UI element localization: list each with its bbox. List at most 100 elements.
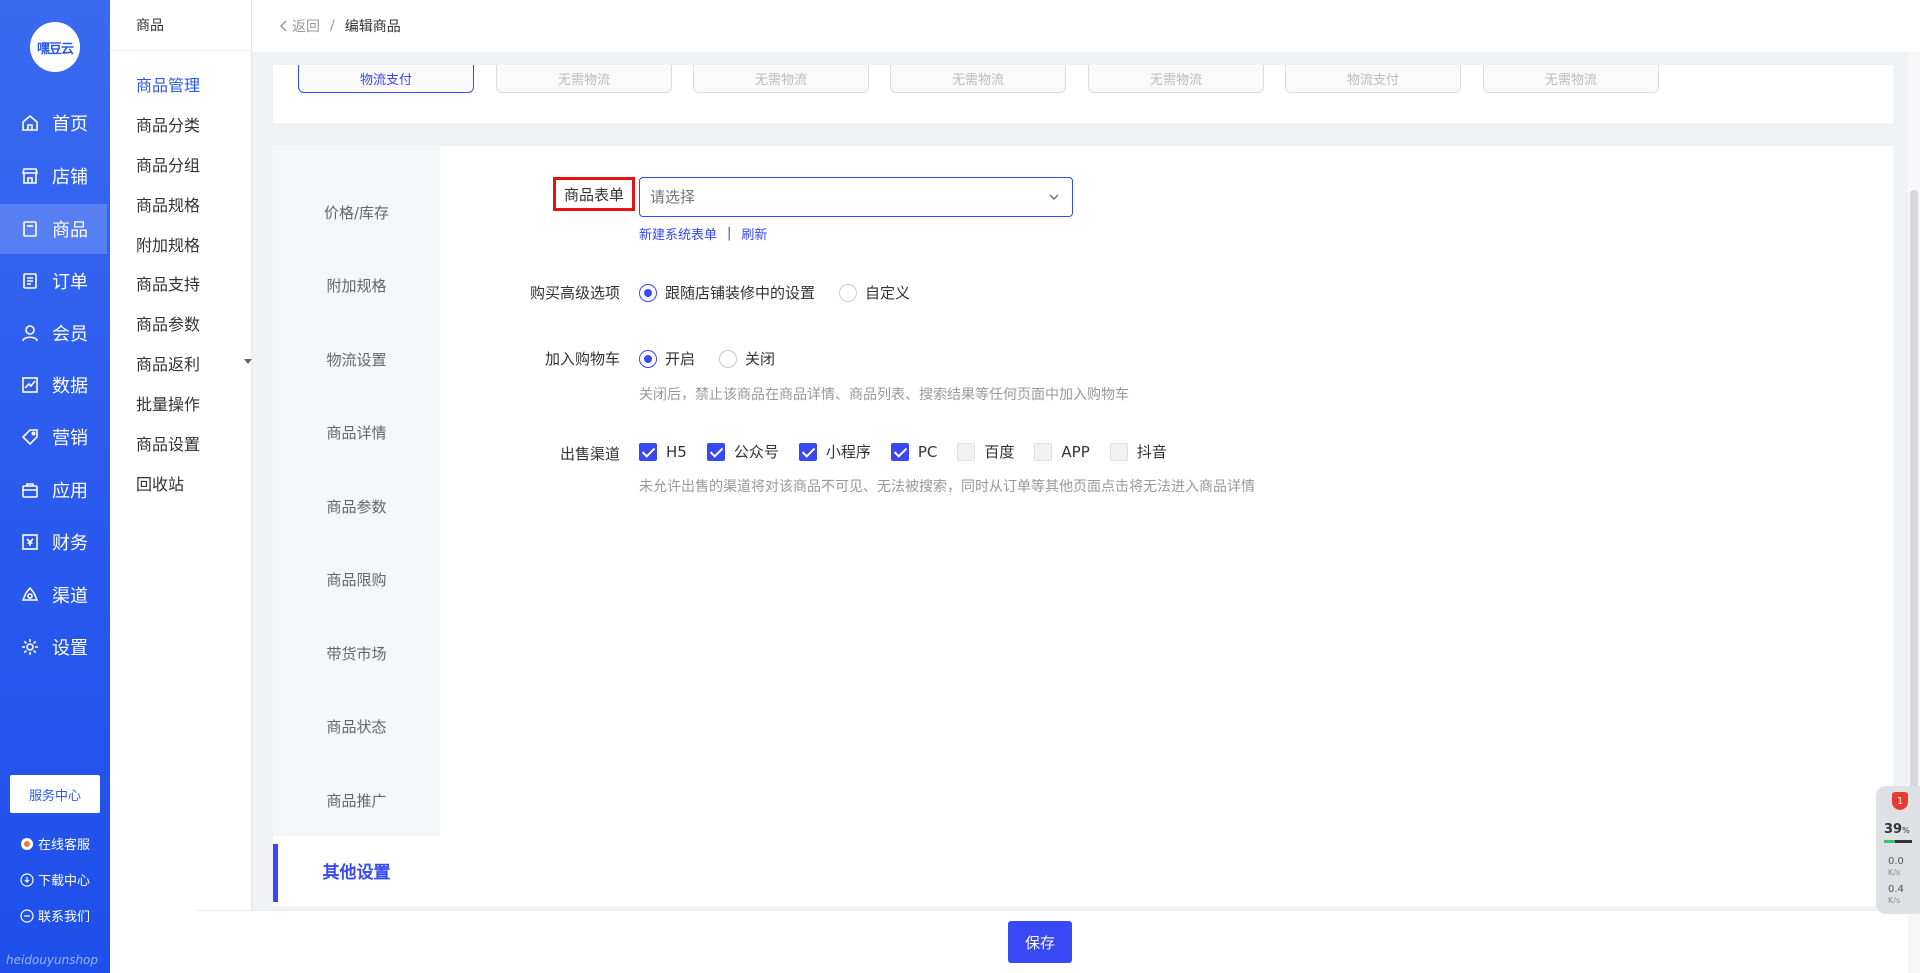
nav-item-settings[interactable]: 设置 bbox=[0, 622, 107, 672]
anchor-logistics[interactable]: 物流设置 bbox=[273, 349, 440, 370]
radio-dot bbox=[639, 349, 657, 368]
nav-item-members[interactable]: 会员 bbox=[0, 308, 107, 358]
logistics-option-card[interactable]: 无需物流 bbox=[496, 65, 672, 93]
checkbox-pc[interactable]: PC bbox=[890, 442, 938, 461]
subnav-item-goods-category[interactable]: 商品分类 bbox=[136, 112, 200, 136]
checkbox-box bbox=[639, 442, 657, 461]
radio-label: 开启 bbox=[665, 350, 696, 368]
nav-item-marketing[interactable]: 营销 bbox=[0, 412, 107, 462]
anchor-goods-params[interactable]: 商品参数 bbox=[273, 496, 440, 517]
anchor-selling-market[interactable]: 带货市场 bbox=[273, 643, 440, 664]
download-icon bbox=[20, 872, 34, 887]
subnav-item-goods-group[interactable]: 商品分组 bbox=[136, 152, 200, 176]
checkbox-box bbox=[957, 442, 976, 461]
advanced-options-radio-group: 跟随店铺装修中的设置 自定义 bbox=[639, 282, 910, 303]
subnav-item-recycle-bin[interactable]: 回收站 bbox=[136, 471, 184, 495]
checkbox-label: PC bbox=[917, 442, 938, 461]
checkbox-douyin[interactable]: 抖音 bbox=[1109, 441, 1167, 462]
logistics-options-strip: 物流支付 无需物流 无需物流 无需物流 无需物流 物流支付 无需物流 bbox=[273, 65, 1893, 123]
anchor-other-settings[interactable]: 其他设置 bbox=[273, 844, 440, 902]
subnav-item-goods-spec[interactable]: 商品规格 bbox=[136, 192, 200, 216]
logistics-option-card[interactable]: 物流支付 bbox=[1285, 65, 1461, 93]
active-anchor-indicator bbox=[273, 844, 278, 902]
anchor-price-stock[interactable]: 价格/库存 bbox=[273, 202, 440, 223]
checkbox-box bbox=[706, 442, 725, 461]
nav-item-orders[interactable]: 订单 bbox=[0, 256, 107, 306]
subnav-title: 商品 bbox=[110, 0, 251, 51]
checkbox-box bbox=[890, 442, 909, 461]
checkbox-box bbox=[1034, 442, 1053, 461]
refresh-link[interactable]: 刷新 bbox=[741, 224, 767, 243]
subnav-item-goods-support[interactable]: 商品支持 bbox=[136, 271, 200, 295]
checkbox-mini-program[interactable]: 小程序 bbox=[798, 441, 871, 462]
nav-item-label: 渠道 bbox=[52, 586, 88, 607]
checkbox-h5[interactable]: H5 bbox=[639, 442, 687, 461]
service-center-button[interactable]: 服务中心 bbox=[10, 775, 100, 813]
radio-cart-off[interactable]: 关闭 bbox=[719, 348, 775, 369]
anchor-goods-detail[interactable]: 商品详情 bbox=[273, 422, 440, 443]
home-icon bbox=[22, 114, 38, 131]
logistics-option-card[interactable]: 无需物流 bbox=[1483, 65, 1659, 93]
goods-form-select[interactable] bbox=[639, 177, 1073, 217]
brand-logo[interactable]: 嘿豆云 bbox=[30, 22, 80, 72]
contact-us-link[interactable]: 联系我们 bbox=[20, 906, 90, 925]
nav-item-label: 财务 bbox=[52, 533, 88, 554]
nav-item-label: 订单 bbox=[52, 272, 88, 293]
network-monitor-widget[interactable]: 1 39% 0.0 K/s 0.4 K/s bbox=[1876, 786, 1920, 914]
anchor-goods-promotion[interactable]: 商品推广 bbox=[273, 790, 440, 811]
link-separator: | bbox=[727, 226, 732, 241]
edit-goods-form: 价格/库存 附加规格 物流设置 商品详情 商品参数 商品限购 带货市场 商品状态… bbox=[273, 146, 1893, 906]
checkbox-baidu[interactable]: 百度 bbox=[957, 441, 1014, 462]
nav-item-label: 首页 bbox=[52, 114, 88, 135]
radio-custom[interactable]: 自定义 bbox=[839, 282, 910, 303]
anchor-addon-spec[interactable]: 附加规格 bbox=[273, 275, 440, 296]
advanced-options-label: 购买高级选项 bbox=[529, 284, 620, 302]
nav-item-label: 数据 bbox=[52, 376, 88, 397]
checkbox-label: H5 bbox=[666, 442, 687, 461]
nav-item-channels[interactable]: 渠道 bbox=[0, 570, 107, 620]
chevron-down-icon bbox=[1049, 194, 1059, 200]
nav-item-finance[interactable]: 财务 bbox=[0, 517, 107, 567]
subnav-item-addon-spec[interactable]: 附加规格 bbox=[136, 232, 200, 256]
checkbox-label: 公众号 bbox=[733, 443, 779, 461]
logistics-option-card[interactable]: 无需物流 bbox=[890, 65, 1066, 93]
radio-cart-on[interactable]: 开启 bbox=[639, 348, 695, 369]
subnav-item-goods-rebate[interactable]: 商品返利 bbox=[136, 351, 252, 375]
subnav-item-batch-ops[interactable]: 批量操作 bbox=[136, 391, 200, 415]
logistics-option-card[interactable]: 无需物流 bbox=[693, 65, 869, 93]
goods-form-select-input[interactable] bbox=[650, 188, 1030, 206]
nav-item-store[interactable]: 店铺 bbox=[0, 151, 107, 201]
shield-badge-icon: 1 bbox=[1892, 792, 1908, 810]
subnav-item-goods-settings[interactable]: 商品设置 bbox=[136, 431, 200, 455]
back-button[interactable]: 返回 bbox=[278, 16, 320, 36]
anchor-goods-status[interactable]: 商品状态 bbox=[273, 716, 440, 737]
logistics-option-card[interactable]: 物流支付 bbox=[298, 65, 474, 93]
online-service-link[interactable]: 在线客服 bbox=[20, 834, 90, 853]
sales-channels-label: 出售渠道 bbox=[559, 445, 620, 463]
nav-item-goods[interactable]: 商品 bbox=[0, 204, 107, 254]
contact-icon bbox=[20, 908, 34, 923]
nav-item-data[interactable]: 数据 bbox=[0, 360, 107, 410]
radio-dot bbox=[719, 349, 738, 368]
nav-item-home[interactable]: 首页 bbox=[0, 98, 107, 148]
chart-icon bbox=[22, 377, 38, 393]
new-system-form-link[interactable]: 新建系统表单 bbox=[639, 224, 717, 243]
checkbox-official-account[interactable]: 公众号 bbox=[706, 441, 779, 462]
save-button[interactable]: 保存 bbox=[1008, 921, 1072, 963]
radio-label: 跟随店铺装修中的设置 bbox=[665, 284, 816, 302]
subnav-item-goods-params[interactable]: 商品参数 bbox=[136, 311, 200, 335]
member-icon bbox=[22, 325, 38, 342]
radio-follow-store-decoration[interactable]: 跟随店铺装修中的设置 bbox=[639, 282, 815, 303]
nav-link-label: 在线客服 bbox=[38, 838, 91, 853]
radio-label: 自定义 bbox=[865, 284, 911, 302]
back-label: 返回 bbox=[292, 19, 320, 35]
checkbox-box bbox=[1109, 442, 1128, 461]
caret-down-icon bbox=[244, 359, 252, 364]
anchor-purchase-limit[interactable]: 商品限购 bbox=[273, 569, 440, 590]
download-center-link[interactable]: 下载中心 bbox=[20, 870, 90, 889]
logistics-option-card[interactable]: 无需物流 bbox=[1088, 65, 1264, 93]
subnav-item-goods-manage[interactable]: 商品管理 bbox=[136, 72, 200, 96]
nav-item-label: 营销 bbox=[52, 428, 88, 449]
nav-item-apps[interactable]: 应用 bbox=[0, 465, 107, 515]
checkbox-app[interactable]: APP bbox=[1034, 442, 1090, 461]
